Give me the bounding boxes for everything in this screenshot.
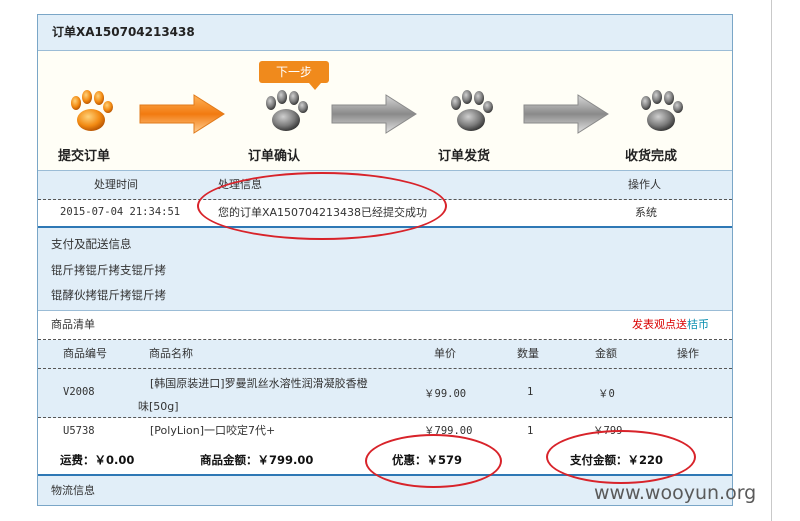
product-name[interactable]: [PolyLion]一口咬定7代+ xyxy=(150,418,275,444)
page-divider xyxy=(771,0,772,521)
table-row: V2008 [韩国原装进口]罗曼凯丝水溶性润滑凝胶香橙 味[50g] ￥99.0… xyxy=(38,369,732,418)
column-header: 商品名称 xyxy=(149,347,193,360)
goods-amount: 商品金额：￥799.00 xyxy=(200,453,314,467)
paw-gray-icon xyxy=(451,90,493,131)
product-name-cont[interactable]: 味[50g] xyxy=(138,398,179,414)
goods-table-header: 商品编号 商品名称 单价 数量 金额 操作 xyxy=(38,340,732,369)
arrow-right-icon xyxy=(139,94,225,134)
next-step-badge: 下一步 xyxy=(259,61,329,90)
annotation-ellipse xyxy=(365,434,502,488)
comment-reward-link[interactable]: 发表观点送桔币 xyxy=(632,311,709,339)
order-title-bar: 订单XA150704213438 xyxy=(38,15,732,51)
annotation-ellipse xyxy=(546,430,696,484)
product-qty: 1 xyxy=(527,425,534,437)
paw-orange-icon xyxy=(71,90,113,131)
product-code: U5738 xyxy=(63,425,95,437)
paw-gray-icon xyxy=(641,90,683,131)
arrow-right-icon xyxy=(331,94,417,134)
arrow-right-icon xyxy=(523,94,609,134)
order-progress-steps: 下一步 提交订单 订单确认 订单发货 收货完成 xyxy=(38,51,732,181)
order-title: 订单XA150704213438 xyxy=(52,25,195,39)
log-time: 2015-07-04 21:34:51 xyxy=(60,206,181,218)
column-header: 数量 xyxy=(517,347,539,360)
column-header: 操作 xyxy=(677,347,699,360)
step-label-submit: 提交订单 xyxy=(58,149,111,164)
section-title: 支付及配送信息 xyxy=(51,237,132,251)
watermark: www.wooyun.org xyxy=(594,482,757,504)
column-header: 商品编号 xyxy=(63,347,107,360)
column-header: 单价 xyxy=(434,347,456,360)
shipping-method: 锟酵伙拷锟斤拷锟斤拷 xyxy=(51,288,166,302)
product-code: V2008 xyxy=(63,386,95,398)
step-label-ship: 订单发货 xyxy=(438,149,491,164)
payment-method: 锟斤拷锟斤拷支锟斤拷 xyxy=(51,263,166,277)
payment-shipping-section: 支付及配送信息 锟斤拷锟斤拷支锟斤拷 锟酵伙拷锟斤拷锟斤拷 xyxy=(38,228,732,311)
log-operator: 系统 xyxy=(635,206,657,219)
paw-gray-icon xyxy=(266,90,308,131)
goods-list-header: 商品清单 发表观点送桔币 xyxy=(38,311,732,340)
section-title: 物流信息 xyxy=(51,484,95,497)
column-header: 金额 xyxy=(595,347,617,360)
section-title: 商品清单 xyxy=(51,318,95,331)
product-qty: 1 xyxy=(527,386,534,398)
shipping-fee: 运费：￥0.00 xyxy=(60,453,135,467)
column-header: 操作人 xyxy=(628,178,661,191)
annotation-ellipse xyxy=(197,172,447,240)
step-label-complete: 收货完成 xyxy=(625,149,678,164)
column-header: 处理时间 xyxy=(94,178,138,191)
step-label-confirm: 订单确认 xyxy=(248,149,301,164)
product-amount: ￥0 xyxy=(598,388,615,400)
product-price: ￥99.00 xyxy=(424,388,467,400)
product-name[interactable]: [韩国原装进口]罗曼凯丝水溶性润滑凝胶香橙 xyxy=(150,375,368,391)
